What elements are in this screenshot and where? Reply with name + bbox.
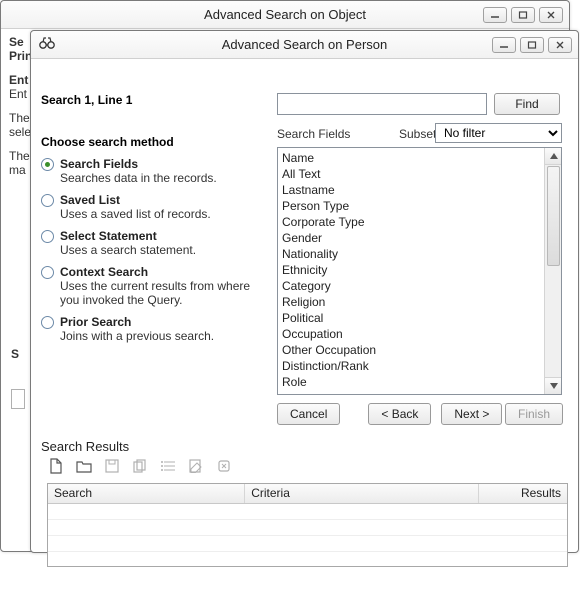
method-desc: Uses a saved list of records. [60,207,211,221]
radio-icon[interactable] [41,194,54,207]
open-folder-icon[interactable] [75,457,93,475]
save-icon [103,457,121,475]
grid-row[interactable] [48,536,567,552]
minimize-button[interactable] [492,37,516,53]
list-item[interactable]: Name [282,150,543,166]
maximize-button[interactable] [520,37,544,53]
search-method-group: Choose search method Search FieldsSearch… [41,135,266,351]
radio-icon[interactable] [41,266,54,279]
scroll-thumb[interactable] [547,166,560,266]
list-item[interactable]: Religion [282,294,543,310]
list-item[interactable]: Nationality [282,246,543,262]
grid-row[interactable] [48,504,567,520]
list-item[interactable]: Gender [282,230,543,246]
back-left-input[interactable] [11,389,25,409]
scroll-down-icon[interactable] [545,377,562,394]
col-criteria[interactable]: Criteria [245,484,479,503]
grid-header: Search Criteria Results [48,484,567,504]
list-item[interactable]: Category [282,278,543,294]
method-select-statement[interactable]: Select StatementUses a search statement. [41,229,266,257]
subset-label: Subset [399,127,436,141]
method-desc: Uses a search statement. [60,243,196,257]
delete-icon [215,457,233,475]
grid-row[interactable] [48,520,567,536]
results-toolbar [47,457,233,475]
search-results-title: Search Results [41,439,129,454]
method-desc: Searches data in the records. [60,171,217,185]
list-item[interactable]: Distinction/Rank [282,358,543,374]
binoculars-icon [39,36,55,53]
maximize-button-back[interactable] [511,7,535,23]
search-fields-listbox[interactable]: NameAll TextLastnamePerson TypeCorporate… [277,147,562,395]
col-search[interactable]: Search [48,484,245,503]
cancel-button[interactable]: Cancel [277,403,340,425]
list-item[interactable]: All Text [282,166,543,182]
method-label: Saved List [60,193,211,207]
finish-button[interactable]: Finish [505,403,563,425]
list-item[interactable]: Ethnicity [282,262,543,278]
back-button[interactable]: < Back [368,403,431,425]
method-search-fields[interactable]: Search FieldsSearches data in the record… [41,157,266,185]
scroll-up-icon[interactable] [545,148,562,165]
search-fields-label: Search Fields [277,127,350,141]
method-saved-list[interactable]: Saved ListUses a saved list of records. [41,193,266,221]
titlebar-back[interactable]: Advanced Search on Object [1,1,569,29]
list-item[interactable]: Person Type [282,198,543,214]
close-button-back[interactable] [539,7,563,23]
method-prior-search[interactable]: Prior SearchJoins with a previous search… [41,315,266,343]
col-results[interactable]: Results [479,484,567,503]
scrollbar[interactable] [544,148,561,394]
list-item[interactable]: Lastname [282,182,543,198]
next-button[interactable]: Next > [441,403,502,425]
find-button[interactable]: Find [494,93,560,115]
radio-icon[interactable] [41,230,54,243]
list-item[interactable]: Corporate Type [282,214,543,230]
back-left-s: S [11,347,19,361]
methods-title: Choose search method [41,135,266,149]
search-heading: Search 1, Line 1 [41,93,132,107]
new-file-icon[interactable] [47,457,65,475]
subset-select[interactable]: No filter [435,123,562,143]
method-context-search[interactable]: Context SearchUses the current results f… [41,265,266,307]
list-item[interactable]: Role [282,374,543,390]
method-desc: Uses the current results from where you … [60,279,266,307]
minimize-button-back[interactable] [483,7,507,23]
results-grid[interactable]: Search Criteria Results [47,483,568,567]
list-item[interactable]: Political [282,310,543,326]
method-label: Context Search [60,265,266,279]
copy-icon [131,457,149,475]
window-advanced-search-person: Advanced Search on Person Search 1, Line… [30,30,579,553]
method-desc: Joins with a previous search. [60,329,214,343]
method-label: Search Fields [60,157,217,171]
list-item[interactable]: Other Occupation [282,342,543,358]
close-button[interactable] [548,37,572,53]
search-input[interactable] [277,93,487,115]
method-label: Prior Search [60,315,214,329]
titlebar-front[interactable]: Advanced Search on Person [31,31,578,59]
list-item[interactable]: Occupation [282,326,543,342]
radio-icon[interactable] [41,316,54,329]
list-icon [159,457,177,475]
radio-icon[interactable] [41,158,54,171]
method-label: Select Statement [60,229,196,243]
edit-icon [187,457,205,475]
